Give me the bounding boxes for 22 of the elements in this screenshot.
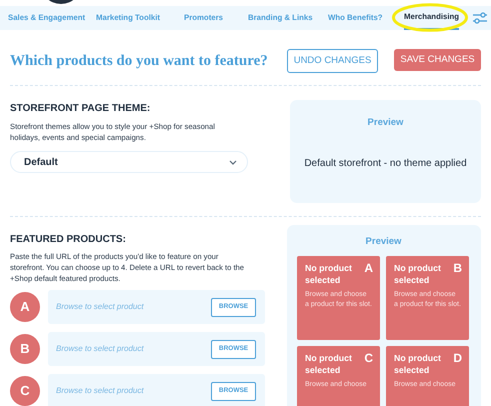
slot-letter: B bbox=[453, 260, 462, 278]
section-heading: FEATURED PRODUCTS: bbox=[10, 234, 127, 246]
slot-letter: B bbox=[10, 334, 40, 364]
chevron-down-icon bbox=[229, 160, 237, 164]
section-heading: STOREFRONT PAGE THEME: bbox=[10, 103, 152, 115]
card-title: No product selected bbox=[394, 353, 442, 376]
slot-letter: A bbox=[364, 260, 373, 278]
slot-letter: C bbox=[364, 350, 373, 368]
save-button[interactable]: SAVE CHANGES bbox=[394, 49, 481, 71]
preview-text: Default storefront - no theme applied bbox=[304, 157, 467, 172]
preview-title: Preview bbox=[368, 116, 404, 130]
slot-letter: C bbox=[10, 376, 40, 406]
page-title: Which products do you want to feature? bbox=[10, 52, 268, 70]
card-title: No product selected bbox=[305, 263, 353, 286]
slot-letter: D bbox=[453, 350, 462, 368]
card-title: No product selected bbox=[394, 263, 442, 286]
undo-button[interactable]: UNDO CHANGES bbox=[287, 49, 378, 73]
sliders-icon[interactable] bbox=[473, 12, 487, 24]
slot-letter: A bbox=[10, 292, 40, 322]
preview-title: Preview bbox=[364, 235, 402, 249]
card-title: No product selected bbox=[305, 353, 353, 376]
theme-select[interactable]: Default bbox=[10, 151, 248, 173]
